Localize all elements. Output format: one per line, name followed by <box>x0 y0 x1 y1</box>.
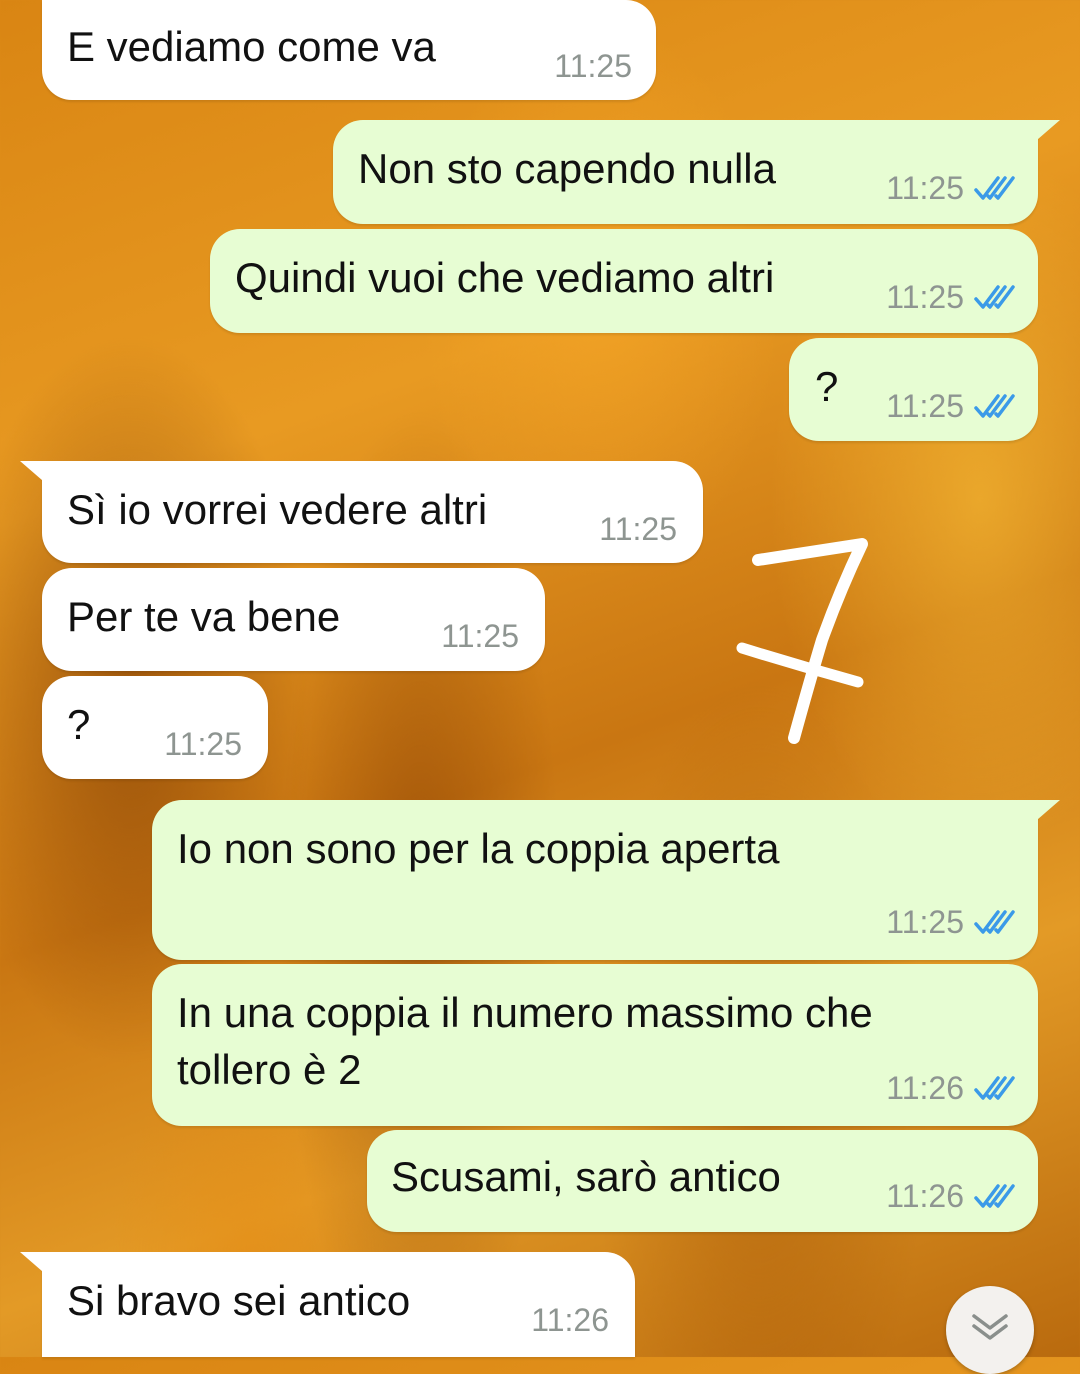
handwritten-7-scribble <box>736 538 868 744</box>
double-check-icon <box>974 910 1015 934</box>
message-time: 11:25 <box>441 618 519 654</box>
double-check-icon <box>974 1184 1015 1208</box>
message-meta: 11:26 <box>886 1176 1016 1216</box>
double-check-icon <box>974 394 1015 418</box>
message-time: 11:25 <box>886 170 964 206</box>
double-check-icon <box>974 285 1015 309</box>
message-time: 11:25 <box>554 48 632 84</box>
scroll-to-bottom-button[interactable] <box>946 1286 1034 1374</box>
message-bubble-incoming[interactable]: Sì io vorrei vedere altri 11:25 <box>20 461 703 563</box>
bubble-tail <box>1030 120 1060 146</box>
message-bubble-incoming[interactable]: Per te va bene 11:25 <box>42 568 545 671</box>
message-text: E vediamo come va <box>67 23 436 70</box>
message-time: 11:25 <box>599 511 677 547</box>
message-meta: 11:25 <box>886 168 1016 208</box>
message-meta: 11:25 <box>886 277 1016 317</box>
message-text: ? <box>67 701 91 748</box>
message-time: 11:26 <box>531 1302 609 1338</box>
message-bubble-outgoing[interactable]: Io non sono per la coppia aperta 11:25 <box>152 800 1060 960</box>
message-meta: 11:25 <box>886 902 1016 942</box>
message-meta: 11:25 <box>554 46 632 86</box>
bubble-tail <box>1030 800 1060 826</box>
message-bubble-outgoing[interactable]: In una coppia il numero massimo che toll… <box>152 964 1038 1126</box>
message-text-line1: In una coppia il numero massimo che <box>177 989 873 1036</box>
message-bubble-incoming[interactable]: Si bravo sei antico 11:26 <box>20 1252 635 1357</box>
message-text: Scusami, sarò antico <box>391 1153 781 1200</box>
message-text: Sì io vorrei vedere altri <box>67 486 488 533</box>
message-bubble-outgoing[interactable]: ? 11:25 <box>789 338 1038 441</box>
message-bubble-outgoing[interactable]: Scusami, sarò antico 11:26 <box>367 1130 1038 1232</box>
message-text: Non sto capendo nulla <box>358 145 776 192</box>
message-time: 11:26 <box>886 1070 964 1106</box>
message-bubble-outgoing[interactable]: Non sto capendo nulla 11:25 <box>333 120 1060 224</box>
message-text: Si bravo sei antico <box>67 1277 411 1324</box>
double-check-icon <box>974 1076 1015 1100</box>
message-bubble-outgoing[interactable]: Quindi vuoi che vediamo altri 11:25 <box>210 229 1038 333</box>
message-text: Io non sono per la coppia aperta <box>177 825 780 872</box>
message-time: 11:25 <box>886 279 964 315</box>
message-meta: 11:25 <box>599 509 677 549</box>
double-check-icon <box>974 176 1015 200</box>
message-text-line2: tollero è 2 <box>177 1046 362 1093</box>
bubble-tail <box>20 461 50 487</box>
message-time: 11:25 <box>164 726 242 762</box>
message-meta: 11:25 <box>886 386 1016 426</box>
message-bubble-incoming[interactable]: ? 11:25 <box>42 676 268 779</box>
message-meta: 11:26 <box>531 1300 609 1340</box>
message-text: Quindi vuoi che vediamo altri <box>235 254 775 301</box>
message-time: 11:25 <box>886 388 964 424</box>
message-meta: 11:25 <box>164 724 242 764</box>
double-chevron-down-icon <box>972 1314 1008 1340</box>
message-time: 11:25 <box>886 904 964 940</box>
message-bubble-incoming[interactable]: E vediamo come va 11:25 <box>42 0 656 100</box>
message-text: Per te va bene <box>67 593 341 640</box>
message-meta: 11:25 <box>441 616 519 656</box>
message-text: ? <box>815 363 839 410</box>
message-meta: 11:26 <box>886 1068 1016 1108</box>
message-time: 11:26 <box>886 1178 964 1214</box>
bubble-tail <box>20 1252 50 1278</box>
